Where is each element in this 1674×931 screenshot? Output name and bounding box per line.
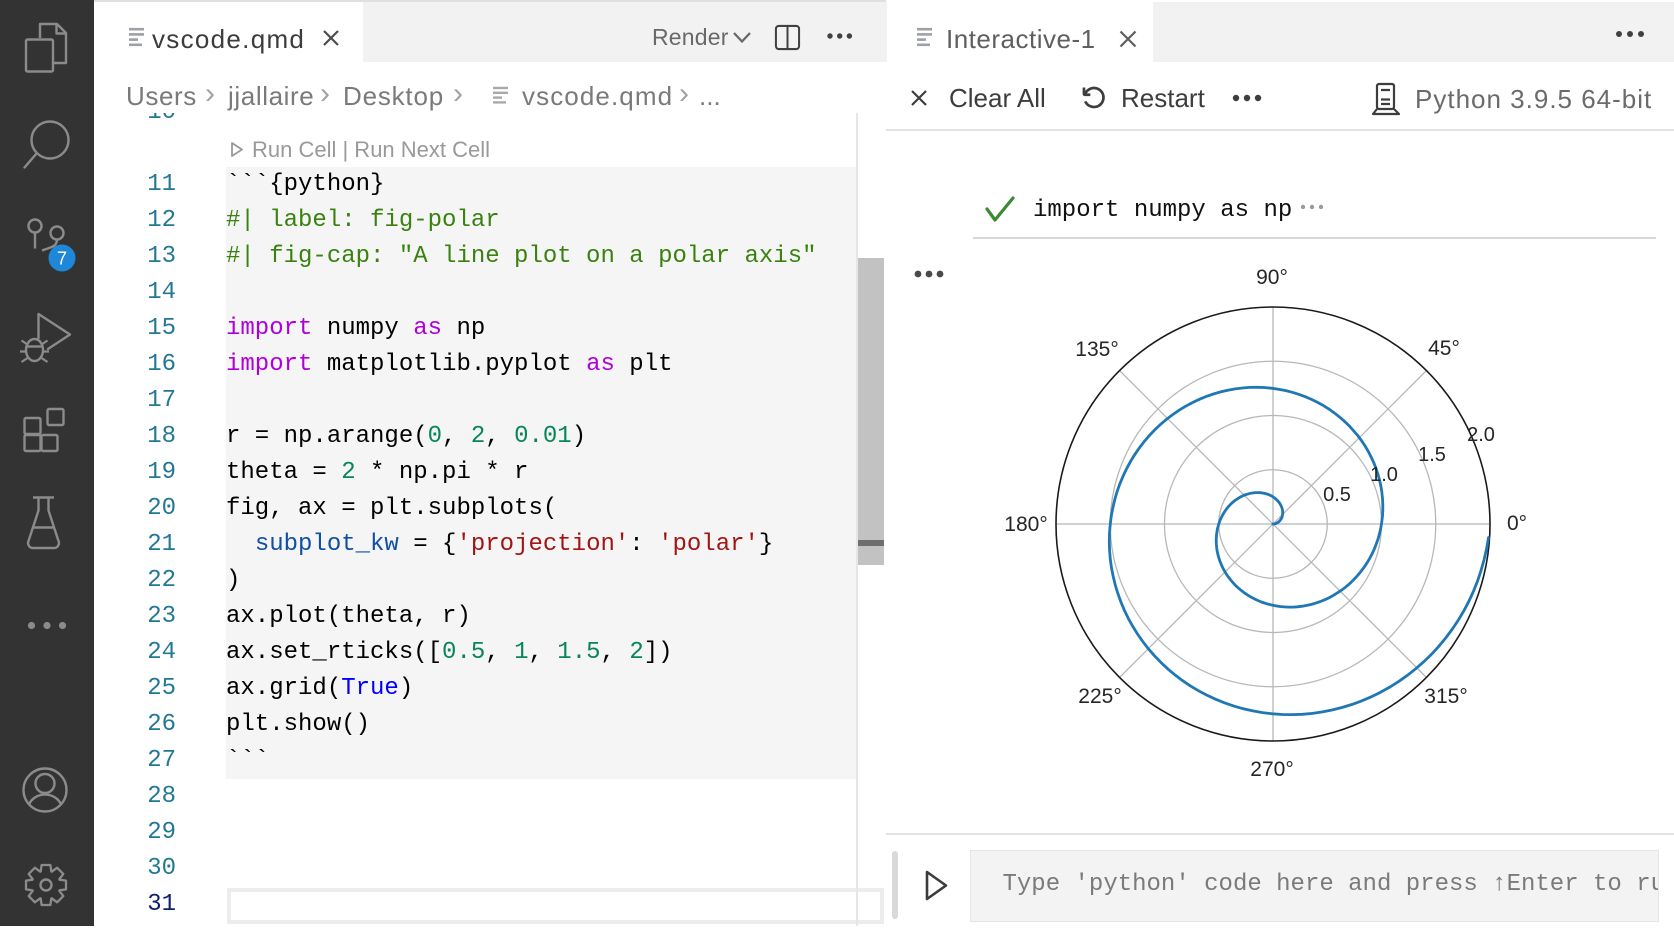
svg-text:1.5: 1.5: [1418, 444, 1446, 466]
svg-text:315°: 315°: [1424, 685, 1467, 708]
svg-text:90°: 90°: [1256, 266, 1288, 289]
svg-text:2.0: 2.0: [1467, 424, 1495, 446]
svg-text:135°: 135°: [1075, 338, 1118, 361]
svg-text:1.0: 1.0: [1370, 464, 1398, 486]
svg-text:0.5: 0.5: [1323, 484, 1351, 506]
svg-text:0°: 0°: [1507, 512, 1527, 535]
svg-text:7: 7: [57, 249, 67, 269]
svg-text:45°: 45°: [1428, 337, 1460, 360]
svg-text:180°: 180°: [1004, 513, 1047, 536]
svg-text:270°: 270°: [1250, 758, 1293, 781]
svg-text:225°: 225°: [1078, 685, 1121, 708]
